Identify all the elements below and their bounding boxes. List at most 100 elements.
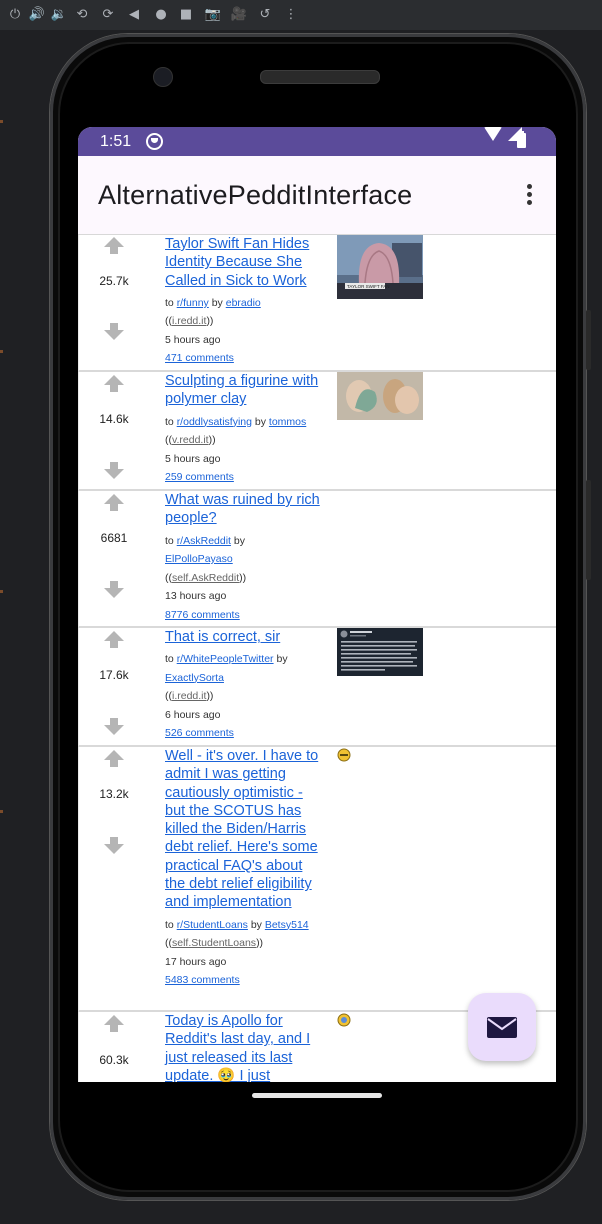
rotate-right-icon[interactable]: ⟳ [99, 6, 117, 24]
post-item: 25.7k Taylor Swift Fan Hides Identity Be… [78, 235, 556, 372]
subreddit-link[interactable]: r/AskReddit [177, 535, 231, 547]
volume-down-icon[interactable]: 🔉 [50, 6, 68, 24]
notification-icon [146, 133, 163, 150]
author-link[interactable]: ExactlySorta [165, 672, 224, 684]
battery-icon [517, 131, 526, 148]
downvote-arrow-icon[interactable] [104, 323, 124, 341]
author-link[interactable]: ElPolloPayaso [165, 553, 233, 565]
back-icon[interactable]: ◀ [125, 6, 143, 24]
app-title: AlternativePedditInterface [98, 180, 413, 210]
downvote-arrow-icon[interactable] [104, 581, 124, 599]
post-body: Today is Apollo for Reddit's last day, a… [165, 1012, 325, 1082]
gesture-home-bar[interactable] [252, 1093, 382, 1098]
post-meta: to r/AskReddit by ElPolloPayaso ((self.A… [165, 534, 247, 621]
upvote-arrow-icon[interactable] [104, 494, 124, 512]
domain-link[interactable]: self.StudentLoans [172, 937, 256, 949]
post-body: Sculpting a figurine with polymer clay t… [165, 372, 325, 487]
post-score: 13.2k [99, 787, 129, 801]
to-label: to [165, 415, 177, 428]
post-body: That is correct, sir to r/WhitePeopleTwi… [165, 628, 325, 743]
to-label: to [165, 918, 177, 931]
post-meta: to r/StudentLoans by Betsy514 ((self.Stu… [165, 918, 309, 987]
to-label: to [165, 534, 177, 547]
overview-icon[interactable]: ■ [177, 6, 195, 24]
post-time: 6 hours ago [165, 708, 221, 721]
post-score: 60.3k [99, 1053, 129, 1067]
emulator-toolbar: ⏻ 🔊 🔉 ⟲ ⟳ ◀ ● ■ 📷 🎥 ↺ ⋮ [0, 0, 602, 30]
author-link[interactable]: ebradio [226, 297, 261, 309]
status-icons [516, 131, 526, 150]
gutter-mark [0, 810, 3, 813]
post-thumbnail[interactable] [337, 372, 423, 425]
envelope-icon [487, 1017, 517, 1043]
post-score: 17.6k [99, 668, 129, 682]
post-title-link[interactable]: Well - it's over. I have to admit I was … [165, 747, 325, 912]
post-time: 5 hours ago [165, 333, 221, 346]
upvote-arrow-icon[interactable] [104, 1015, 124, 1033]
comments-link[interactable]: 526 comments [165, 727, 234, 739]
domain-link[interactable]: v.redd.it [172, 434, 209, 446]
subreddit-link[interactable]: r/funny [177, 297, 209, 309]
gutter-mark [0, 590, 3, 593]
post-title-link[interactable]: That is correct, sir [165, 628, 325, 646]
subreddit-link[interactable]: r/StudentLoans [177, 919, 248, 931]
camera-record-icon[interactable]: 🎥 [230, 6, 248, 24]
by-label: by [230, 534, 245, 547]
subreddit-link[interactable]: r/WhitePeopleTwitter [177, 653, 274, 665]
downvote-arrow-icon[interactable] [104, 718, 124, 736]
device-side-button [586, 480, 591, 580]
post-thumbnail[interactable] [337, 628, 423, 681]
upvote-arrow-icon[interactable] [104, 750, 124, 768]
author-link[interactable]: tommos [269, 416, 306, 428]
upvote-arrow-icon[interactable] [104, 631, 124, 649]
post-item: 17.6k That is correct, sir to r/WhitePeo… [78, 628, 556, 747]
screenshot-icon[interactable]: 📷 [204, 6, 222, 24]
post-thumbnail[interactable]: TAYLOR SWIFT FAN [337, 235, 423, 304]
more-icon[interactable]: ⋮ [282, 6, 300, 24]
by-label: by [208, 296, 226, 309]
compose-message-button[interactable] [468, 993, 536, 1061]
overflow-menu-icon[interactable] [522, 184, 536, 208]
post-item: 6681 What was ruined by rich people? to … [78, 491, 556, 628]
comments-link[interactable]: 471 comments [165, 352, 234, 364]
volume-up-icon[interactable]: 🔊 [28, 6, 46, 24]
post-title-link[interactable]: Taylor Swift Fan Hides Identity Because … [165, 235, 325, 290]
post-title-link[interactable]: Sculpting a figurine with polymer clay [165, 372, 325, 409]
domain-link[interactable]: self.AskReddit [172, 572, 239, 584]
gutter-mark [0, 120, 3, 123]
comments-link[interactable]: 259 comments [165, 471, 234, 483]
post-title-link[interactable]: Today is Apollo for Reddit's last day, a… [165, 1012, 325, 1082]
front-camera [153, 67, 173, 87]
app-bar: AlternativePedditInterface [78, 156, 556, 235]
app-screen: 1:51 AlternativePedditInterface 25.7k Ta… [78, 127, 556, 1082]
status-time: 1:51 [100, 133, 132, 150]
upvote-arrow-icon[interactable] [104, 375, 124, 393]
to-label: to [165, 296, 177, 309]
by-label: by [247, 918, 265, 931]
post-item: 14.6k Sculpting a figurine with polymer … [78, 372, 556, 491]
post-body: Taylor Swift Fan Hides Identity Because … [165, 235, 325, 368]
comments-link[interactable]: 5483 comments [165, 974, 240, 986]
home-icon[interactable]: ● [152, 6, 170, 24]
wifi-icon [484, 127, 502, 141]
post-title-link[interactable]: What was ruined by rich people? [165, 491, 325, 528]
domain-link[interactable]: i.redd.it [172, 690, 206, 702]
upvote-arrow-icon[interactable] [104, 237, 124, 255]
downvote-arrow-icon[interactable] [104, 462, 124, 480]
subreddit-link[interactable]: r/oddlysatisfying [177, 416, 252, 428]
device-side-button [586, 310, 591, 370]
post-score: 14.6k [99, 412, 129, 426]
domain-link[interactable]: i.redd.it [172, 315, 206, 327]
reset-icon[interactable]: ↺ [256, 6, 274, 24]
comments-link[interactable]: 8776 comments [165, 609, 240, 621]
by-label: by [273, 653, 288, 666]
post-list[interactable]: 25.7k Taylor Swift Fan Hides Identity Be… [78, 235, 556, 1082]
power-icon[interactable]: ⏻ [6, 6, 24, 24]
post-time: 17 hours ago [165, 955, 227, 968]
downvote-arrow-icon[interactable] [104, 837, 124, 855]
self-post-icon[interactable] [337, 1013, 351, 1030]
author-link[interactable]: Betsy514 [265, 919, 309, 931]
self-post-icon[interactable] [337, 748, 351, 765]
post-meta: to r/WhitePeopleTwitter by ExactlySorta … [165, 653, 288, 740]
rotate-left-icon[interactable]: ⟲ [73, 6, 91, 24]
